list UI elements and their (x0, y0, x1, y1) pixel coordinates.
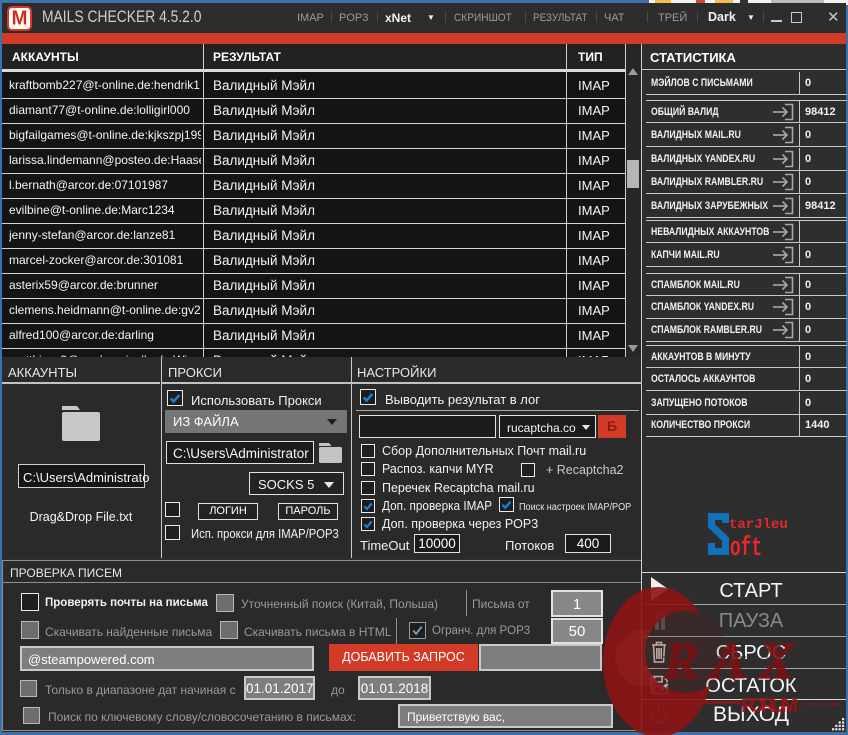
svg-text:tarJleu: tarJleu (729, 517, 788, 533)
svg-text:oft: oft (730, 533, 762, 561)
